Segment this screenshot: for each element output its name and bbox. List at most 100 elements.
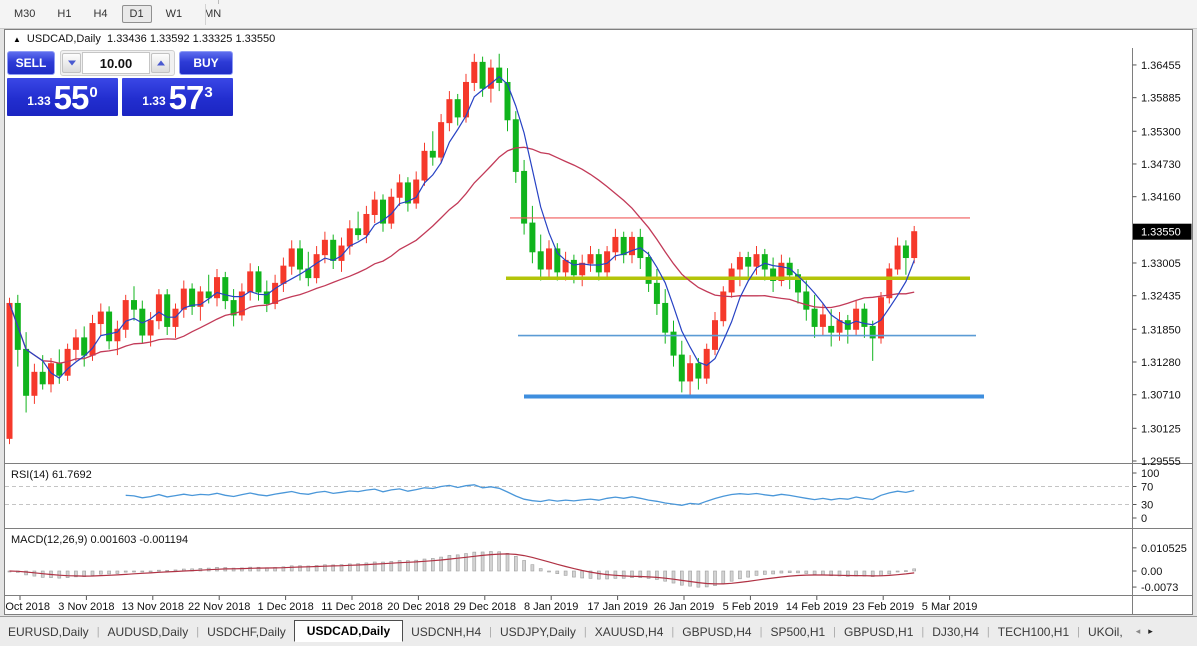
tab-gbpusd-h4[interactable]: GBPUSD,H4	[674, 622, 759, 642]
candle-body	[372, 200, 377, 214]
candle-body	[563, 260, 568, 271]
candle-body	[480, 62, 485, 88]
price-chart-canvas[interactable]: 1.364551.358851.353001.347301.341601.330…	[5, 48, 1192, 615]
date-axis-label: 5 Feb 2019	[723, 601, 779, 613]
candle-body	[414, 180, 419, 203]
candle-body	[397, 183, 402, 197]
timeframe-button-m30[interactable]: M30	[6, 5, 43, 23]
timeframe-toolbar: M30 H1 H4 D1 W1 MN	[0, 0, 1197, 29]
one-click-trading-panel: SELL BUY 1.33550 1.33573	[7, 50, 233, 116]
chart-title-bar: ▲USDCAD,Daily 1.33436 1.33592 1.33325 1.…	[5, 30, 1192, 48]
macd-histogram-bar	[780, 571, 783, 573]
sell-button[interactable]: SELL	[7, 51, 55, 75]
candle-body	[887, 269, 892, 298]
tab-gbpusd-h1[interactable]: GBPUSD,H1	[836, 622, 921, 642]
volume-spinner-group	[60, 50, 175, 76]
tab-eurusd-daily[interactable]: EURUSD,Daily	[0, 622, 97, 642]
toolbar-separator	[205, 4, 206, 25]
volume-increase-button[interactable]	[151, 53, 170, 73]
sell-price-big: 55	[54, 80, 89, 116]
candle-body	[804, 292, 809, 309]
candle-body	[696, 364, 701, 378]
candle-body	[289, 249, 294, 266]
tab-usdchf-daily[interactable]: USDCHF,Daily	[199, 622, 294, 642]
timeframe-button-w1[interactable]: W1	[158, 5, 191, 23]
candle-body	[82, 338, 87, 355]
candle-body	[215, 278, 220, 298]
buy-price-tile[interactable]: 1.33573	[122, 78, 233, 116]
trade-prices-row: 1.33550 1.33573	[7, 78, 233, 116]
candle-body	[837, 321, 842, 332]
tab-ukoil[interactable]: UKOil,	[1080, 622, 1131, 642]
candle-body	[132, 301, 137, 310]
candle-body	[688, 364, 693, 381]
timeframe-button-mn[interactable]: MN	[196, 5, 229, 23]
timeframe-button-h4[interactable]: H4	[85, 5, 115, 23]
macd-histogram-bar	[548, 571, 551, 572]
tab-tech100-h1[interactable]: TECH100,H1	[990, 622, 1077, 642]
date-axis-label: 20 Dec 2018	[387, 601, 449, 613]
triangle-up-icon	[157, 61, 165, 66]
candle-body	[588, 255, 593, 264]
macd-histogram-bar	[531, 565, 534, 571]
timeframe-button-d1[interactable]: D1	[122, 5, 152, 23]
price-axis-label: 1.30125	[1141, 423, 1181, 435]
candle-body	[812, 309, 817, 326]
rsi-axis-label: 30	[1141, 500, 1153, 512]
rsi-line	[126, 485, 915, 506]
tab-usdcnh-h4[interactable]: USDCNH,H4	[403, 622, 489, 642]
macd-histogram-bar	[91, 571, 94, 575]
tab-xauusd-h4[interactable]: XAUUSD,H4	[587, 622, 672, 642]
toolbar-divider-stub	[218, 0, 219, 4]
date-axis-label: 14 Feb 2019	[786, 601, 848, 613]
candle-body	[322, 240, 327, 254]
macd-histogram-bar	[448, 555, 451, 571]
tabs-scroll-left-button[interactable]: ◂	[1133, 624, 1144, 639]
sell-price-tile[interactable]: 1.33550	[7, 78, 118, 116]
tab-sp500-h1[interactable]: SP500,H1	[762, 622, 833, 642]
macd-histogram-bar	[904, 571, 907, 572]
macd-histogram-bar	[108, 571, 111, 574]
tab-dj30-h4[interactable]: DJ30,H4	[924, 622, 987, 642]
macd-histogram-bar	[465, 554, 468, 571]
macd-histogram-bar	[705, 571, 708, 587]
tab-usdjpy-daily[interactable]: USDJPY,Daily	[492, 622, 584, 642]
candle-body	[912, 232, 917, 258]
price-axis-label: 1.31280	[1141, 357, 1181, 369]
tab-usdcad-daily[interactable]: USDCAD,Daily	[294, 620, 403, 642]
buy-price-big: 57	[169, 80, 204, 116]
candle-body	[538, 252, 543, 269]
macd-histogram-bar	[514, 556, 517, 571]
candle-body	[729, 269, 734, 292]
candle-body	[57, 364, 62, 375]
volume-decrease-button[interactable]	[62, 53, 81, 73]
price-axis-label: 1.30710	[1141, 390, 1181, 402]
price-axis-label: 1.31850	[1141, 324, 1181, 336]
date-axis-label: 1 Dec 2018	[257, 601, 313, 613]
macd-histogram-bar	[290, 566, 293, 571]
tabs-scroll-right-button[interactable]: ▸	[1145, 624, 1156, 639]
price-axis-label: 1.35300	[1141, 126, 1181, 138]
macd-histogram-bar	[99, 571, 102, 574]
candle-body	[447, 100, 452, 123]
current-price-label: 1.33550	[1141, 227, 1181, 239]
buy-button[interactable]: BUY	[179, 51, 233, 75]
price-axis-label: 1.34160	[1141, 192, 1181, 204]
candle-body	[430, 151, 435, 157]
tab-audusd-daily[interactable]: AUDUSD,Daily	[100, 622, 197, 642]
macd-histogram-bar	[440, 557, 443, 571]
candle-body	[181, 289, 186, 309]
macd-histogram-bar	[913, 569, 916, 571]
volume-input[interactable]	[82, 52, 150, 74]
candle-body	[654, 283, 659, 303]
trade-controls-row: SELL BUY	[7, 50, 233, 76]
timeframe-button-h1[interactable]: H1	[49, 5, 79, 23]
candle-body	[439, 123, 444, 157]
collapse-arrow-icon[interactable]: ▲	[13, 35, 21, 44]
macd-histogram-bar	[141, 571, 144, 572]
price-axis-label: 1.29555	[1141, 456, 1181, 468]
date-axis-label: 22 Nov 2018	[188, 601, 250, 613]
triangle-down-icon	[68, 61, 76, 66]
macd-signal-line	[10, 554, 915, 584]
candle-body	[621, 237, 626, 254]
